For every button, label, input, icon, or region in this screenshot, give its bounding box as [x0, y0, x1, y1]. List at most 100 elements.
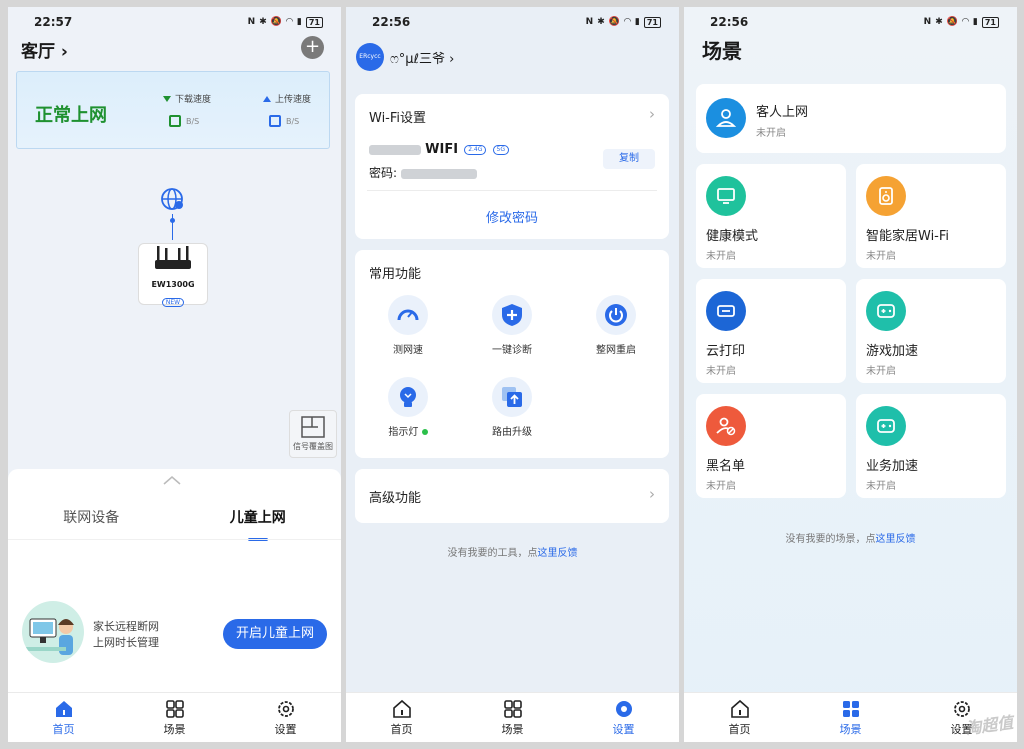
status-bar: 22:56 N ✱ 🔕 ◠ ▮ 71: [684, 7, 1017, 37]
scene-game-boost-card[interactable]: 游戏加速 未开启: [856, 279, 1006, 383]
router-card[interactable]: EW1300G NEW: [138, 243, 208, 307]
gamepad-icon: [866, 291, 906, 331]
scene-guest-card[interactable]: 客人上网 未开启: [696, 84, 1006, 153]
network-status-card: 正常上网 下载速度 B/S 上传速度 B/S: [16, 71, 330, 149]
tab-kids-internet[interactable]: 儿童上网: [230, 507, 286, 541]
home-icon: [55, 700, 72, 717]
common-functions-card: 常用功能 测网速 一键诊断 整网重启 指示灯 路由升级: [355, 250, 669, 458]
signal-icon: ▮: [634, 17, 640, 27]
enable-kids-internet-button[interactable]: 开启儿童上网: [223, 619, 327, 649]
tab-connected-devices[interactable]: 联网设备: [63, 507, 119, 527]
scene-smart-home-card[interactable]: 智能家居Wi-Fi 未开启: [856, 164, 1006, 268]
status-dot-icon: [421, 429, 428, 435]
tab-scene[interactable]: 场景: [135, 699, 215, 737]
wifi-status-icon: ◠: [623, 17, 631, 27]
floorplan-icon: [301, 416, 325, 438]
scene-health-card[interactable]: 健康模式 未开启: [696, 164, 846, 268]
room-selector[interactable]: 客厅 ›: [21, 37, 68, 62]
tab-scene[interactable]: 场景: [473, 699, 553, 737]
wifi-status-icon: ◠: [961, 17, 969, 27]
mute-icon: 🔕: [608, 17, 620, 27]
new-badge: NEW: [161, 298, 185, 307]
indicator-light-button[interactable]: 指示灯: [363, 377, 453, 438]
tab-home[interactable]: 首页: [24, 699, 104, 737]
copy-button[interactable]: 复制: [603, 149, 655, 169]
upload-box-icon: [269, 115, 281, 127]
feedback-link[interactable]: 这里反馈: [876, 534, 916, 545]
nfc-icon: N: [585, 17, 594, 27]
kids-illustration: [22, 601, 84, 663]
download-box-icon: [169, 115, 181, 127]
chevron-right-icon: ›: [649, 105, 655, 123]
bottom-tabbar: 首页 场景 设置: [8, 692, 341, 742]
lightbulb-icon: [400, 387, 416, 407]
speedometer-icon: [397, 309, 419, 321]
wifi-settings-card[interactable]: Wi-Fi设置 › WIFI 2.4G 5G 密码: 复制 修改密码: [355, 94, 669, 239]
tool-feedback: 没有我要的工具，点这里反馈: [447, 548, 578, 559]
tab-scene[interactable]: 场景: [811, 699, 891, 737]
download-speed: 下载速度 B/S: [163, 92, 211, 127]
tab-home[interactable]: 首页: [362, 699, 442, 737]
chevron-right-icon: ›: [649, 485, 655, 503]
band-24-badge: 2.4G: [464, 144, 487, 155]
printer-icon: [706, 291, 746, 331]
scene-cloud-print-card[interactable]: 云打印 未开启: [696, 279, 846, 383]
add-icon[interactable]: +: [301, 36, 324, 59]
username: ෆ°µℓ三爷 ›: [390, 51, 455, 67]
signal-icon: ▮: [972, 17, 978, 27]
change-password-link[interactable]: 修改密码: [355, 207, 669, 226]
status-bar: 22:57 N ✱ 🔕 ◠ ▮ 71: [8, 7, 341, 37]
kids-feature-1: 家长远程断网: [93, 620, 159, 633]
user-profile[interactable]: ERcycc ෆ°µℓ三爷 ›: [356, 43, 454, 71]
gamepad-icon: [866, 406, 906, 446]
home-icon: [730, 699, 749, 718]
upload-speed: 上传速度 B/S: [263, 92, 311, 127]
scene-blacklist-card[interactable]: 黑名单 未开启: [696, 394, 846, 498]
wifi-settings-title: Wi-Fi设置: [369, 111, 427, 126]
advanced-functions-card[interactable]: 高级功能 ›: [355, 469, 669, 523]
bluetooth-icon: ✱: [597, 17, 605, 27]
scene-screen: 22:56 N ✱ 🔕 ◠ ▮ 71 场景 客人上网 未开启 健康模式 未开启 智能家居W…: [684, 7, 1017, 742]
mute-icon: 🔕: [270, 17, 282, 27]
shield-plus-icon: [502, 304, 522, 326]
upgrade-icon: [502, 387, 522, 407]
speed-test-button[interactable]: 测网速: [363, 295, 453, 356]
settings-screen: 22:56 N ✱ 🔕 ◠ ▮ 71 ERcycc ෆ°µℓ三爷 › Wi-Fi设置 › …: [346, 7, 679, 742]
restart-network-button[interactable]: 整网重启: [571, 295, 661, 356]
battery-icon: 71: [981, 16, 999, 28]
feedback-link[interactable]: 这里反馈: [538, 548, 578, 559]
router-upgrade-button[interactable]: 路由升级: [467, 377, 557, 438]
page-title: 场景: [702, 39, 742, 63]
common-functions-title: 常用功能: [369, 267, 422, 282]
upload-arrow-icon: [263, 95, 271, 102]
router-model: EW1300G: [151, 280, 195, 289]
wifi-password: 密码:: [369, 164, 477, 181]
redacted-password: [400, 168, 477, 179]
band-5-badge: 5G: [492, 144, 509, 155]
nfc-icon: N: [923, 17, 932, 27]
battery-icon: 71: [305, 16, 323, 28]
status-time: 22:56: [372, 15, 411, 29]
kids-feature-2: 上网时长管理: [93, 636, 159, 649]
bluetooth-icon: ✱: [259, 17, 267, 27]
tab-home[interactable]: 首页: [700, 699, 780, 737]
bottom-tabbar: 首页 场景 设置: [346, 692, 679, 742]
grid-icon: [842, 700, 859, 717]
power-icon: [605, 304, 627, 326]
scene-business-boost-card[interactable]: 业务加速 未开启: [856, 394, 1006, 498]
mute-icon: 🔕: [946, 17, 958, 27]
signal-coverage-button[interactable]: 信号覆盖图: [289, 410, 337, 458]
diagnose-button[interactable]: 一键诊断: [467, 295, 557, 356]
bottom-sheet: 联网设备 儿童上网 家长远程断网 上网时长管理 开启儿童上网: [8, 469, 341, 692]
scene-feedback: 没有我要的场景，点这里反馈: [785, 534, 916, 545]
home-screen: 22:57 N ✱ 🔕 ◠ ▮ 71 客厅 › + 正常上网 下载速度 B/S 上传速度 …: [8, 7, 341, 742]
network-state: 正常上网: [35, 105, 107, 126]
tab-settings[interactable]: 设置: [246, 699, 326, 737]
status-time: 22:56: [710, 15, 749, 29]
wifi-status-icon: ◠: [285, 17, 293, 27]
signal-icon: ▮: [296, 17, 302, 27]
monitor-icon: [706, 176, 746, 216]
tab-settings[interactable]: 设置: [584, 699, 664, 737]
redacted-ssid: [369, 144, 421, 155]
chevron-up-icon[interactable]: [163, 475, 181, 485]
